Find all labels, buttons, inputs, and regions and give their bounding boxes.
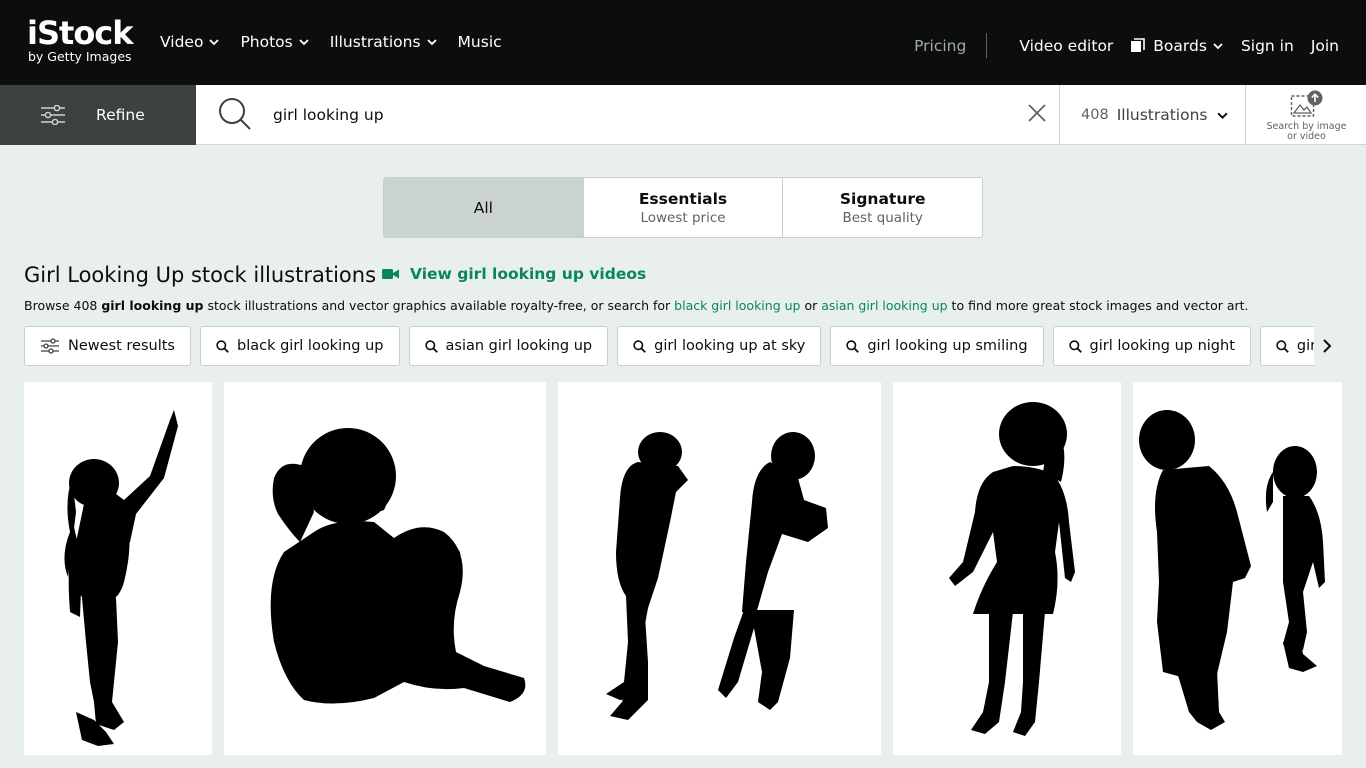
nav-illustrations-label: Illustrations [329, 33, 421, 51]
search-by-image-label: Search by image or video [1246, 122, 1366, 141]
related-link-black-girl[interactable]: black girl looking up [674, 298, 800, 313]
search-icon [846, 339, 860, 353]
search-bar: Refine 408 Illustrations Search by image… [0, 85, 1366, 145]
girl-in-dress-silhouette [949, 402, 1075, 736]
browse-mid: stock illustrations and vector graphics … [203, 298, 675, 313]
browse-query: girl looking up [101, 298, 204, 313]
video-camera-icon [382, 269, 399, 279]
search-icon [219, 98, 251, 130]
result-card[interactable] [558, 382, 881, 755]
related-link-asian-girl[interactable]: asian girl looking up [821, 298, 947, 313]
girl-pointing-up-silhouette [64, 410, 178, 746]
refine-label: Refine [96, 106, 145, 124]
asset-type-dropdown[interactable]: 408 Illustrations [1059, 85, 1245, 145]
nav-music[interactable]: Music [458, 33, 502, 51]
chip-label: girl looking up at sky [654, 338, 806, 354]
page-title: Girl Looking Up stock illustrations [24, 263, 377, 287]
chevron-down-icon [299, 39, 309, 46]
chevron-down-icon [1216, 112, 1228, 119]
result-count: 408 [1081, 107, 1109, 123]
search-icon [216, 339, 229, 353]
search-icon [1276, 339, 1289, 353]
two-girls-looking-up-silhouette [606, 432, 828, 720]
boy-and-girl-looking-up-silhouette [1139, 410, 1325, 730]
chip-label: girl looking up [1296, 338, 1314, 354]
browse-description: Browse 408 girl looking up stock illustr… [24, 298, 1249, 313]
top-navigation-bar: iStock by Getty Images Video Photos Illu… [0, 0, 1366, 85]
chip-related-search[interactable]: girl looking up at sky [617, 326, 822, 366]
chip-newest-results[interactable]: Newest results [24, 326, 191, 366]
nav-divider [986, 33, 988, 58]
boards-menu[interactable]: Boards [1130, 37, 1224, 55]
chevron-right-icon[interactable] [1317, 336, 1337, 356]
boards-label: Boards [1153, 36, 1207, 55]
browse-or: or [800, 298, 822, 313]
search-icon [1068, 339, 1082, 353]
search-by-image-button[interactable]: Search by image or video [1245, 85, 1366, 145]
view-videos-label: View girl looking up videos [410, 265, 647, 283]
nav-photos-label: Photos [240, 33, 293, 51]
tab-essentials-sub: Lowest price [640, 209, 726, 226]
account-menu: Pricing Video editor Boards Sign in Join [914, 33, 1339, 58]
asset-type-label: Illustrations [1116, 106, 1208, 124]
image-upload-icon [1290, 90, 1323, 117]
close-icon[interactable] [1026, 102, 1048, 124]
boards-icon [1131, 38, 1146, 52]
main-menu: Video Photos Illustrations Music [160, 33, 502, 51]
search-icon [424, 339, 438, 353]
chip-related-search[interactable]: girl looking up smiling [830, 326, 1044, 366]
tab-signature-label: Signature [839, 189, 926, 208]
chip-label: black girl looking up [236, 338, 384, 354]
result-card[interactable] [893, 382, 1121, 755]
chip-related-search[interactable]: black girl looking up [199, 326, 400, 366]
logo-tagline: by Getty Images [28, 49, 132, 64]
tab-signature[interactable]: Signature Best quality [783, 178, 982, 237]
search-icon [633, 339, 646, 353]
join-link[interactable]: Join [1311, 37, 1339, 55]
sliders-icon [41, 105, 65, 125]
search-by-image-line2: or video [1287, 130, 1326, 142]
chip-label: girl looking up smiling [867, 338, 1028, 354]
tab-all[interactable]: All [384, 178, 584, 237]
tab-signature-sub: Best quality [842, 209, 923, 226]
tab-essentials[interactable]: Essentials Lowest price [584, 178, 784, 237]
girl-sitting-silhouette [270, 428, 526, 704]
result-card[interactable] [224, 382, 546, 755]
nav-photos[interactable]: Photos [240, 33, 309, 51]
chip-related-search[interactable]: asian girl looking up [408, 326, 609, 366]
chip-label: asian girl looking up [445, 338, 593, 354]
nav-illustrations[interactable]: Illustrations [330, 33, 438, 51]
nav-video[interactable]: Video [160, 33, 220, 51]
sign-in-link[interactable]: Sign in [1241, 37, 1294, 55]
chip-related-search[interactable]: girl looking up night [1052, 326, 1251, 366]
chevron-down-icon [426, 39, 437, 46]
nav-video-label: Video [160, 33, 204, 51]
chip-label: Newest results [68, 338, 175, 354]
tab-essentials-label: Essentials [638, 189, 728, 208]
license-segment-tabs: All Essentials Lowest price Signature Be… [383, 177, 983, 238]
nav-music-label: Music [457, 33, 502, 51]
pricing-link[interactable]: Pricing [914, 37, 966, 55]
result-card[interactable] [24, 382, 212, 755]
chip-label: girl looking up night [1089, 338, 1235, 354]
chevron-down-icon [1213, 42, 1223, 49]
browse-suffix: to find more great stock images and vect… [947, 298, 1249, 313]
view-videos-link[interactable]: View girl looking up videos [382, 265, 646, 283]
chip-related-search[interactable]: girl looking up [1259, 326, 1314, 366]
sliders-icon [41, 338, 59, 354]
browse-prefix: Browse 408 [24, 298, 102, 313]
chevron-down-icon [209, 39, 220, 46]
results-grid [24, 382, 1342, 755]
logo-wordmark: iStock [27, 14, 134, 52]
refine-button[interactable]: Refine [0, 85, 196, 145]
search-input[interactable] [273, 99, 1013, 131]
tab-all-label: All [473, 198, 493, 217]
istock-logo[interactable]: iStock by Getty Images [27, 16, 142, 68]
video-editor-link[interactable]: Video editor [1019, 37, 1113, 55]
result-card[interactable] [1133, 382, 1342, 755]
related-searches: Newest results black girl looking up asi… [24, 326, 1314, 366]
